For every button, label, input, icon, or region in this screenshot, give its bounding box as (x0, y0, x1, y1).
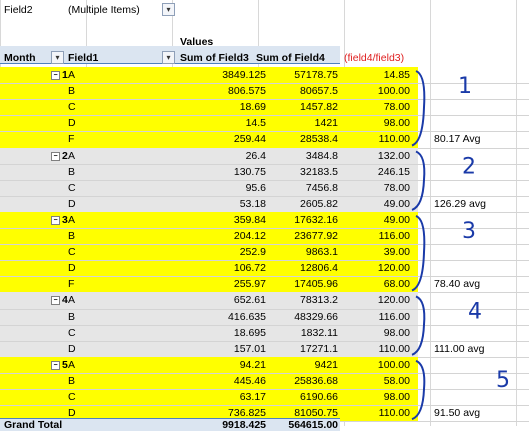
handwritten-digit: 1 (458, 74, 472, 99)
bracket-mark (411, 359, 426, 421)
bracket-mark (411, 295, 426, 356)
handwritten-annotations: 1 2 3 4 5 (411, 70, 510, 421)
handwritten-digit: 3 (462, 219, 476, 244)
bracket-mark (411, 70, 426, 147)
bracket-mark (411, 214, 426, 292)
bracket-mark (411, 150, 426, 211)
handwritten-digit: 2 (462, 155, 476, 180)
handwritten-digit: 5 (496, 368, 510, 393)
handwritten-digit: 4 (468, 299, 482, 324)
